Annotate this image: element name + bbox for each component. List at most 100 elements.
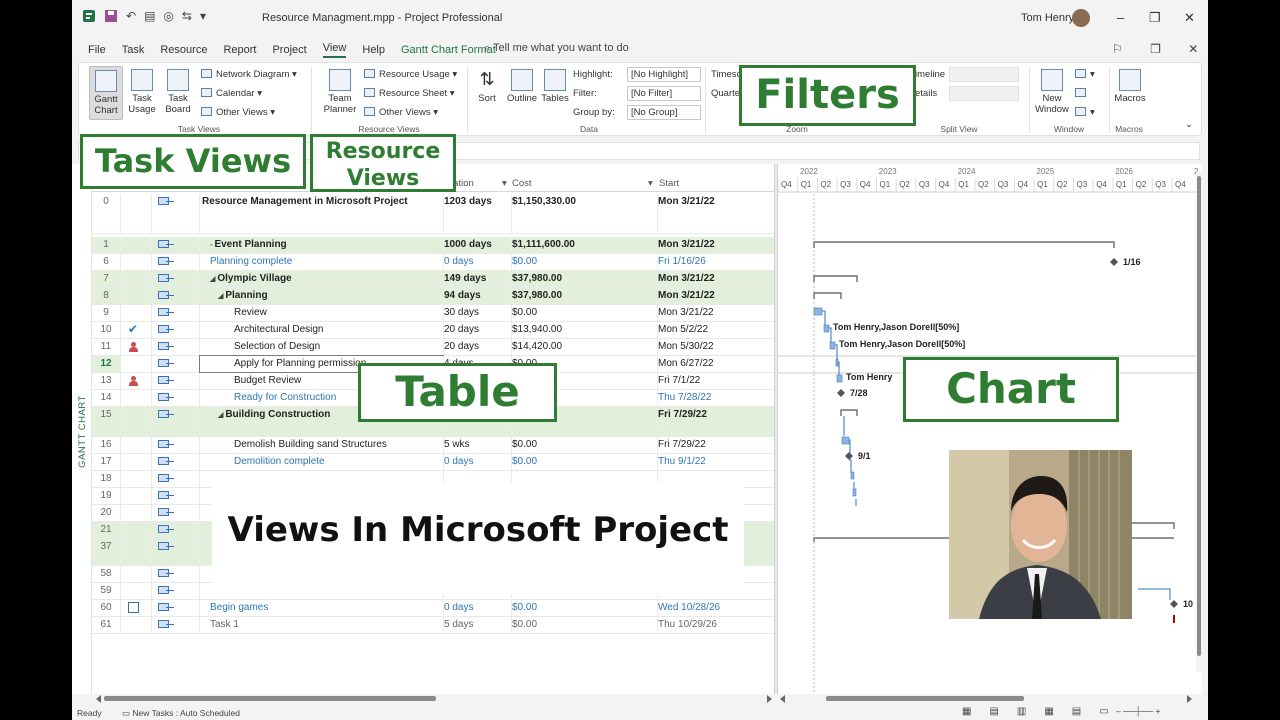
ribbon-restore-icon[interactable]: ❐ (1150, 42, 1161, 56)
task-name-cell[interactable]: Task 1 (200, 619, 443, 635)
table-row[interactable]: 16 Demolish Building sand Structures 5 wks… (92, 437, 774, 454)
task-mode-cell[interactable] (152, 539, 200, 565)
chart-scrollbar[interactable] (778, 694, 1202, 704)
row-id[interactable]: 60 (92, 602, 120, 613)
table-row[interactable]: 10 ✔ Architectural Design 20 days $13,940.00… (92, 322, 774, 339)
zoom-slider[interactable]: – ──┼── + (1116, 706, 1161, 716)
timeline-label[interactable]: imeline (915, 69, 945, 80)
switch-windows-icon[interactable]: ▾ (1075, 69, 1095, 80)
task-name-cell[interactable]: Resource Management in Microsoft Project (200, 196, 443, 235)
task-mode-cell[interactable] (152, 305, 200, 321)
task-name-cell[interactable]: Architectural Design (200, 324, 443, 340)
row-id[interactable]: 17 (92, 456, 120, 467)
other-views-2-button[interactable]: Other Views ▾ (364, 107, 438, 118)
cost-cell[interactable]: $0.00 (512, 602, 657, 613)
macros-button[interactable]: Macros (1113, 69, 1147, 104)
row-id[interactable]: 13 (92, 375, 120, 386)
row-id[interactable]: 9 (92, 307, 120, 318)
resource-usage-button[interactable]: Resource Usage ▾ (364, 69, 457, 80)
view-shortcuts[interactable]: ▦▤▥▦▤▭ (962, 706, 1127, 717)
duration-cell[interactable]: 0 days (444, 456, 511, 467)
team-planner-button[interactable]: Team Planner (319, 69, 361, 115)
tab-gantt-chart-format[interactable]: Gantt Chart Format (401, 44, 496, 56)
table-row[interactable]: 6 Planning complete 0 days $0.00 Fri 1/16/26 (92, 254, 774, 271)
table-row[interactable]: 9 Review 30 days $0.00 Mon 3/21/22 (92, 305, 774, 322)
hide-window-icon[interactable]: ▾ (1075, 107, 1095, 118)
task-mode-cell[interactable] (152, 254, 200, 270)
collapse-ribbon-icon[interactable]: ⌄ (1185, 119, 1193, 130)
start-cell[interactable]: Mon 3/21/22 (658, 307, 773, 318)
task-mode-cell[interactable] (152, 390, 200, 406)
share-icon[interactable]: ⚐ (1112, 42, 1123, 56)
task-mode-cell[interactable] (152, 505, 200, 521)
task-mode-cell[interactable] (152, 600, 200, 616)
details-select[interactable] (949, 86, 1019, 101)
table-row[interactable]: 61 Task 1 5 days $0.00 Thu 10/29/26 (92, 617, 774, 634)
row-id[interactable]: 59 (92, 585, 120, 596)
new-window-button[interactable]: New Window (1035, 69, 1069, 115)
start-cell[interactable]: Thu 10/29/26 (658, 619, 773, 630)
cost-cell[interactable]: $14,420.00 (512, 341, 657, 352)
start-cell[interactable]: Fri 7/29/22 (658, 439, 773, 450)
task-mode-cell[interactable] (152, 271, 200, 287)
table-row[interactable]: 0 Resource Management in Microsoft Projec… (92, 194, 774, 234)
cost-cell[interactable]: $0.00 (512, 619, 657, 630)
start-cell[interactable]: Mon 5/2/22 (658, 324, 773, 335)
task-mode-cell[interactable] (152, 237, 200, 253)
task-mode-cell[interactable] (152, 339, 200, 355)
link-tasks-icon[interactable]: ⇆ (182, 9, 192, 23)
customize-qat-icon[interactable]: ▾ (200, 9, 206, 23)
undo-icon[interactable]: ↶ (126, 9, 136, 23)
start-cell[interactable]: Wed 10/28/26 (658, 602, 773, 613)
duration-cell[interactable]: 0 days (444, 256, 511, 267)
tab-project[interactable]: Project (272, 44, 306, 56)
timeline-select[interactable] (949, 67, 1019, 82)
task-usage-button[interactable]: Task Usage (125, 69, 159, 115)
task-name-cell[interactable]: Selection of Design (200, 341, 443, 357)
duration-cell[interactable]: 1000 days (444, 239, 511, 250)
details-label[interactable]: etails (915, 88, 937, 99)
task-mode-cell[interactable] (152, 407, 200, 436)
start-cell[interactable]: Thu 7/28/22 (658, 392, 773, 403)
other-views-button[interactable]: Other Views ▾ (201, 107, 275, 118)
tab-view[interactable]: View (322, 42, 347, 58)
cost-cell[interactable]: $37,980.00 (512, 290, 657, 301)
start-cell[interactable]: Mon 3/21/22 (658, 196, 773, 207)
task-mode-cell[interactable] (152, 471, 200, 487)
task-name-cell[interactable]: Demolition complete (200, 456, 443, 472)
table-row[interactable]: 7 ◢ Olympic Village 149 days $37,980.00 Mon … (92, 271, 774, 288)
cost-cell[interactable]: $0.00 (512, 439, 657, 450)
task-mode-cell[interactable] (152, 566, 200, 582)
column-cost[interactable]: Cost (512, 178, 532, 189)
duration-cell[interactable]: 94 days (444, 290, 511, 301)
user-name[interactable]: Tom Henry (1021, 12, 1074, 24)
circle-icon[interactable]: ◎ (163, 9, 173, 23)
start-cell[interactable]: Fri 7/1/22 (658, 375, 773, 386)
row-id[interactable]: 7 (92, 273, 120, 284)
duration-cell[interactable]: 20 days (444, 324, 511, 335)
row-id[interactable]: 10 (92, 324, 120, 335)
close-icon[interactable]: ✕ (1184, 10, 1195, 26)
quarters-label[interactable]: Quarte (711, 88, 740, 99)
tab-file[interactable]: File (88, 44, 106, 56)
tab-report[interactable]: Report (223, 44, 256, 56)
highlight-select[interactable]: [No Highlight] (627, 67, 701, 82)
row-id[interactable]: 61 (92, 619, 120, 630)
start-cell[interactable]: Thu 9/1/22 (658, 456, 773, 467)
row-id[interactable]: 37 (92, 541, 120, 552)
task-name-cell[interactable]: ◢ Planning (200, 290, 443, 306)
task-name-cell[interactable]: Review (200, 307, 443, 323)
duration-cell[interactable]: 0 days (444, 602, 511, 613)
row-id[interactable]: 8 (92, 290, 120, 301)
column-start[interactable]: Start (659, 178, 679, 189)
start-cell[interactable]: Fri 1/16/26 (658, 256, 773, 267)
row-id[interactable]: 6 (92, 256, 120, 267)
table-row[interactable]: 1 ▫ Event Planning 1000 days $1,111,600.00 M… (92, 237, 774, 254)
cost-cell[interactable]: $0.00 (512, 456, 657, 467)
duration-cell[interactable]: 1203 days (444, 196, 511, 207)
task-mode-cell[interactable] (152, 488, 200, 504)
duration-dropdown-icon[interactable]: ▾ (502, 178, 507, 189)
tab-task[interactable]: Task (122, 44, 145, 56)
task-mode-cell[interactable] (152, 583, 200, 599)
table-scrollbar[interactable] (94, 694, 774, 704)
